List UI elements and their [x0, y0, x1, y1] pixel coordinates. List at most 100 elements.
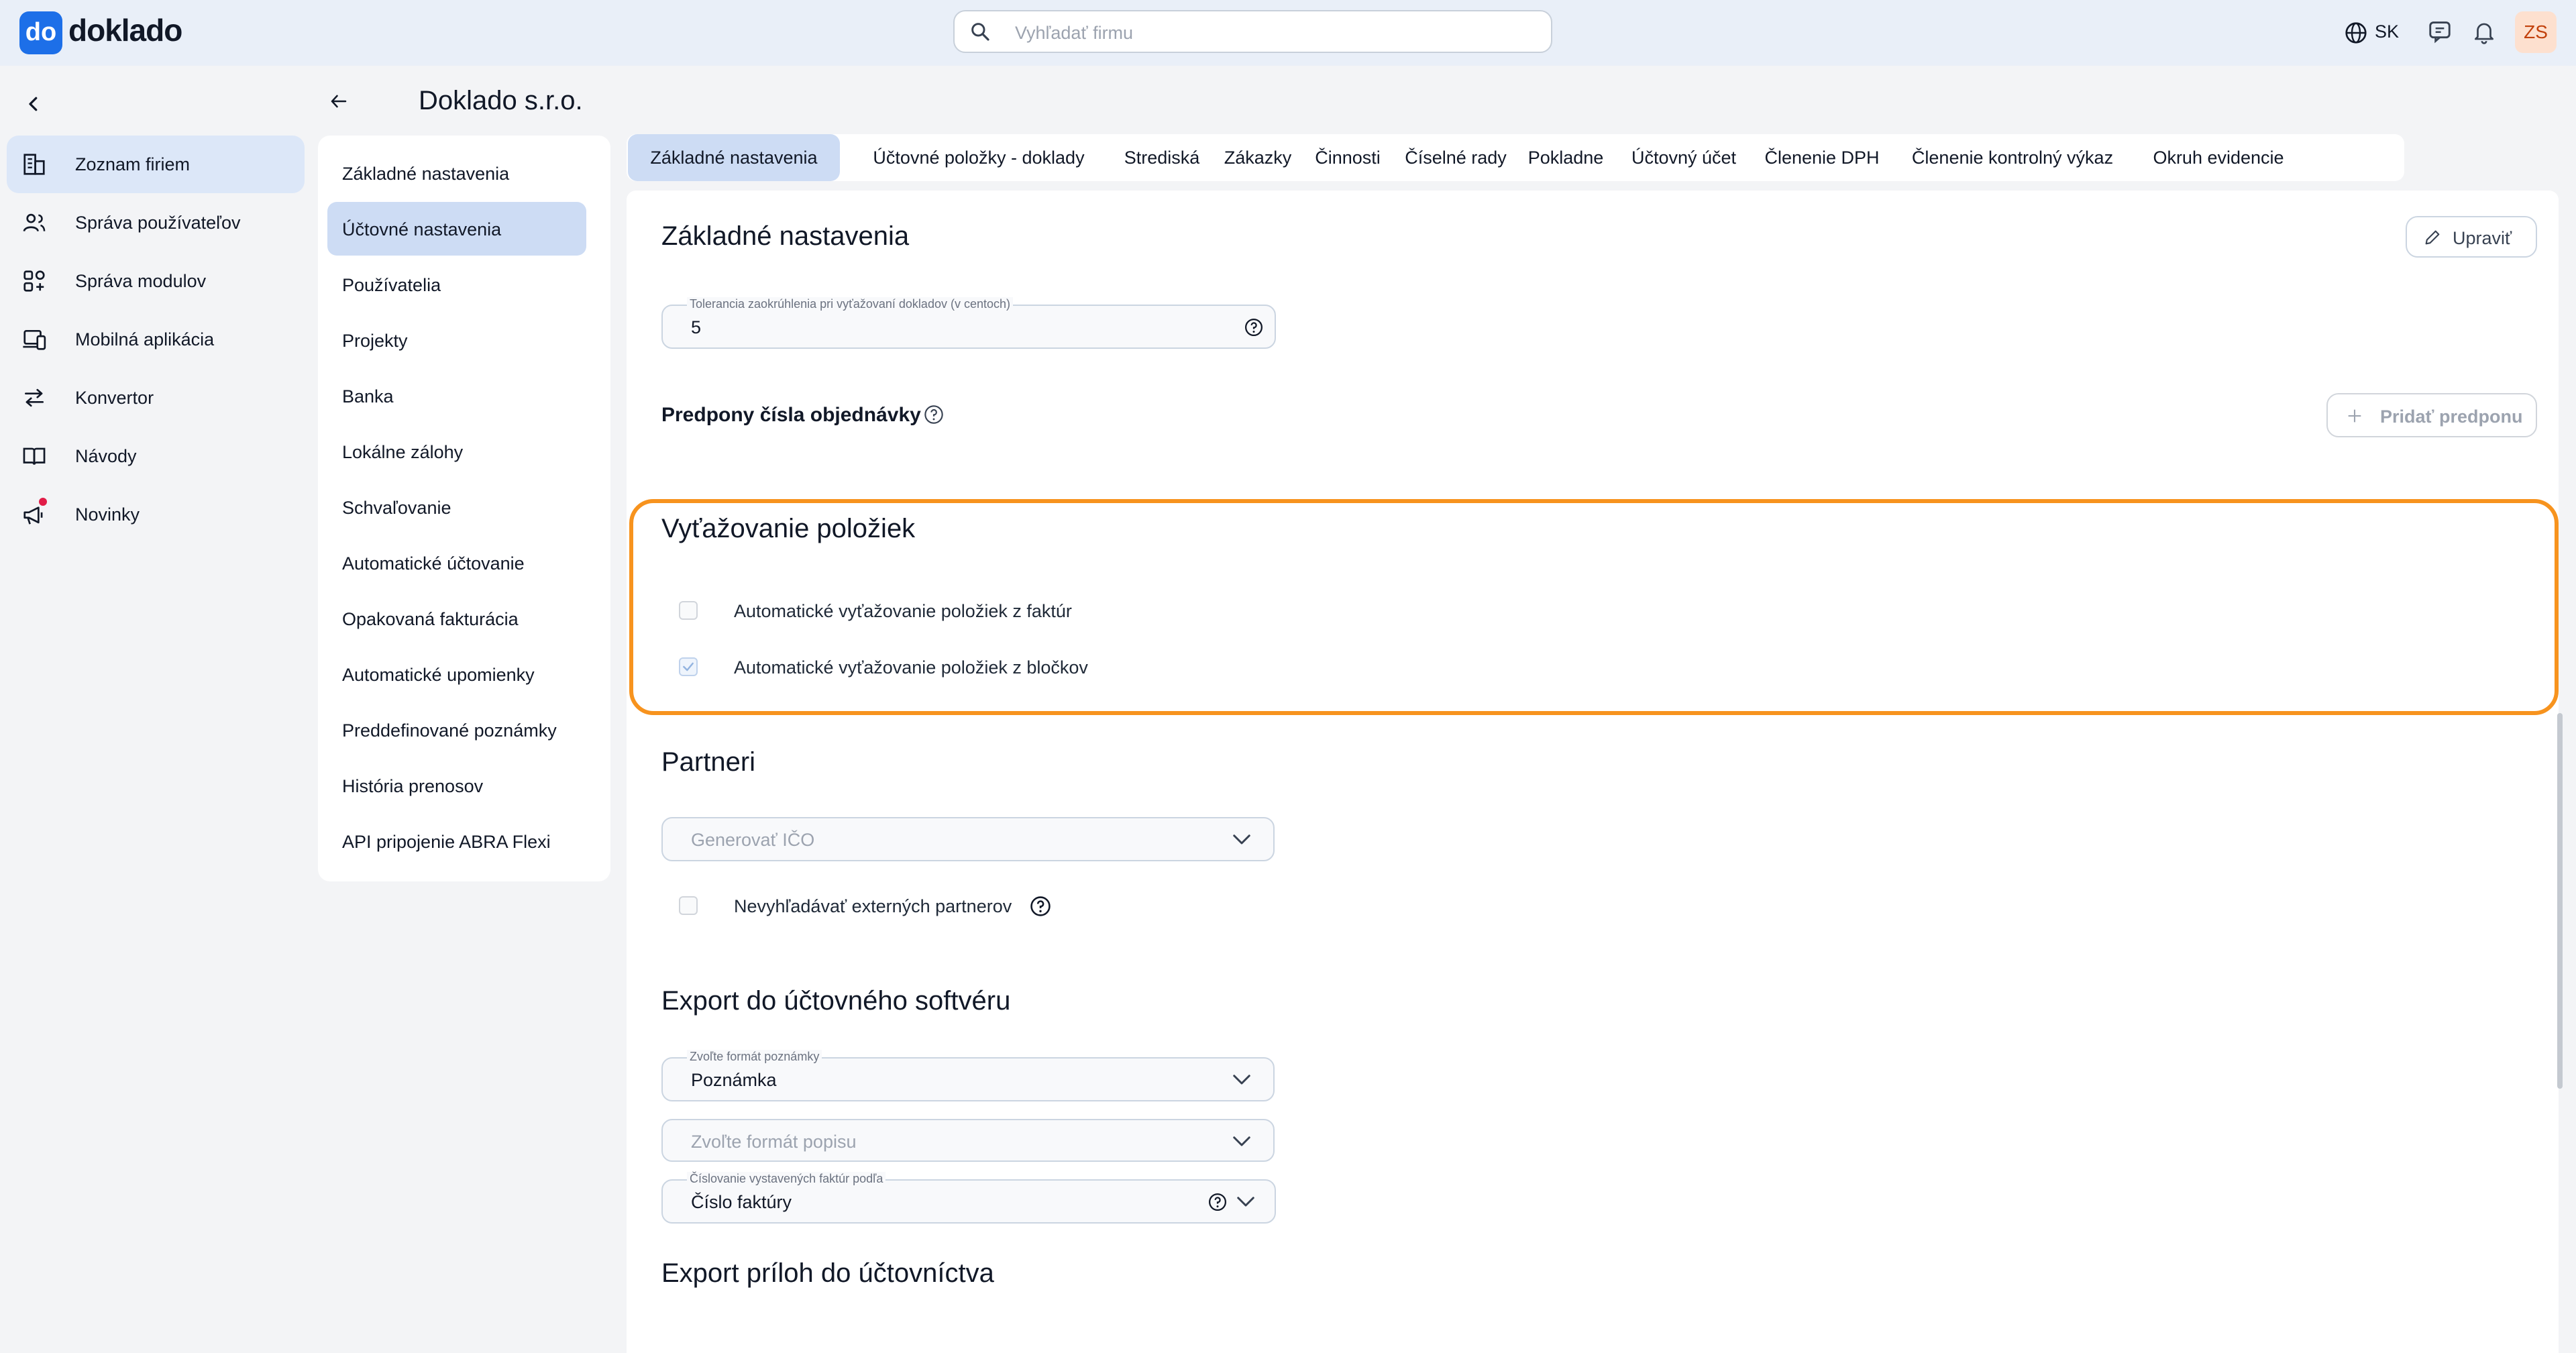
subnav-item-accounting-settings[interactable]: Účtovné nastavenia	[327, 202, 586, 256]
bell-icon[interactable]	[2471, 18, 2497, 45]
partners-title: Partneri	[661, 747, 756, 777]
edit-button[interactable]: Upraviť	[2406, 216, 2537, 258]
subnav-item-label: Lokálne zálohy	[342, 442, 464, 462]
tab-number-series[interactable]: Číselné rady	[1395, 134, 1516, 181]
subnav-item-label: Projekty	[342, 331, 408, 351]
logo-text[interactable]: doklado	[68, 12, 182, 48]
subnav-item-local-backups[interactable]: Lokálne zálohy	[327, 425, 586, 478]
subnav-item-auto-accounting[interactable]: Automatické účtovanie	[327, 536, 586, 590]
subnav-item-label: Účtovné nastavenia	[342, 219, 502, 239]
invoice-numbering-select[interactable]: Číslovanie vystavených faktúr podľa Čísl…	[661, 1172, 1276, 1224]
settings-subnav: Základné nastavenia Účtovné nastavenia P…	[318, 136, 610, 881]
tolerance-value: 5	[691, 317, 702, 337]
tab-control-statement[interactable]: Členenie kontrolný výkaz	[1892, 134, 2133, 181]
main-content: Základné nastavenia Upraviť Tolerancia z…	[627, 191, 2559, 1353]
help-icon[interactable]	[1244, 317, 1264, 337]
convert-arrows-icon	[24, 388, 44, 407]
subnav-item-predefined-notes[interactable]: Preddefinované poznámky	[327, 703, 586, 757]
search-icon	[971, 23, 989, 41]
subnav-item-recurring-invoicing[interactable]: Opakovaná fakturácia	[327, 592, 586, 645]
tab-accounting-items[interactable]: Účtovné položky - doklady	[847, 134, 1111, 181]
order-prefixes-title: Predpony čísla objednávky	[661, 404, 921, 426]
subnav-item-bank[interactable]: Banka	[327, 369, 586, 423]
subnav-item-label: Preddefinované poznámky	[342, 720, 557, 741]
subnav-item-label: API pripojenie ABRA Flexi	[342, 832, 551, 852]
chat-icon[interactable]	[2427, 19, 2453, 44]
sidebar-item-news[interactable]: Novinky	[7, 486, 305, 543]
subnav-item-label: Banka	[342, 386, 394, 407]
subnav-item-basic-settings[interactable]: Základné nastavenia	[327, 146, 586, 200]
sidebar-item-guides[interactable]: Návody	[7, 427, 305, 485]
pencil-icon	[2425, 230, 2440, 245]
collapse-sidebar-icon[interactable]	[23, 93, 44, 115]
generate-ico-select[interactable]: Generovať IČO	[661, 817, 1275, 861]
users-icon	[23, 213, 46, 232]
export-title: Export do účtovného softvéru	[661, 986, 1011, 1016]
edit-button-label: Upraviť	[2453, 228, 2512, 248]
sidebar-item-label: Návody	[75, 446, 137, 466]
sidebar-item-user-management[interactable]: Správa používateľov	[7, 194, 305, 252]
no-external-partners-label: Nevyhľadávať externých partnerov	[734, 896, 1012, 916]
chevron-down-icon	[1233, 834, 1250, 845]
globe-icon[interactable]	[2344, 21, 2368, 45]
notification-dot	[39, 498, 47, 506]
subnav-item-users[interactable]: Používatelia	[327, 258, 586, 311]
subnav-item-approval[interactable]: Schvaľovanie	[327, 480, 586, 534]
note-format-caption: Zvoľte formát poznámky	[687, 1050, 822, 1064]
sidebar-item-label: Novinky	[75, 504, 140, 525]
help-icon[interactable]	[923, 404, 945, 425]
subnav-item-label: Používatelia	[342, 275, 441, 295]
highlight-frame	[629, 499, 2559, 715]
generate-ico-placeholder: Generovať IČO	[691, 830, 815, 850]
tab-record-scope[interactable]: Okruh evidencie	[2135, 134, 2302, 181]
tab-account[interactable]: Účtovný účet	[1617, 134, 1751, 181]
subnav-item-label: Automatické účtovanie	[342, 553, 525, 574]
book-icon	[23, 447, 46, 465]
sidebar-item-label: Konvertor	[75, 388, 154, 408]
subnav-item-transfer-history[interactable]: História prenosov	[327, 759, 586, 812]
avatar[interactable]: ZS	[2515, 11, 2557, 53]
sidebar-item-label: Správa používateľov	[75, 213, 241, 233]
top-bar: do doklado Vyhľadať firmu SK ZS	[0, 0, 2576, 66]
tab-cost-centers[interactable]: Strediská	[1115, 134, 1209, 181]
back-arrow-icon[interactable]	[329, 91, 349, 111]
subnav-item-label: Automatické upomienky	[342, 665, 535, 685]
tab-bar: Základné nastavenia Účtovné položky - do…	[627, 134, 2404, 181]
tab-orders[interactable]: Zákazky	[1214, 134, 1301, 181]
subnav-item-projects[interactable]: Projekty	[327, 313, 586, 367]
tab-basic-settings[interactable]: Základné nastavenia	[628, 134, 840, 181]
section-title: Základné nastavenia	[661, 221, 910, 251]
tab-activities[interactable]: Činnosti	[1304, 134, 1391, 181]
chevron-down-icon	[1233, 1075, 1250, 1085]
subnav-item-label: Opakovaná fakturácia	[342, 609, 519, 629]
subnav-item-abra-flexi-api[interactable]: API pripojenie ABRA Flexi	[327, 814, 586, 868]
page-title: Doklado s.r.o.	[419, 86, 583, 115]
search-input[interactable]: Vyhľadať firmu	[953, 10, 1552, 53]
scrollbar[interactable]	[2557, 713, 2563, 1089]
note-format-value: Poznámka	[691, 1070, 777, 1090]
help-icon[interactable]	[1029, 895, 1052, 918]
tolerance-field[interactable]: Tolerancia zaokrúhlenia pri vyťažovaní d…	[661, 297, 1276, 349]
sidebar-item-mobile-app[interactable]: Mobilná aplikácia	[7, 311, 305, 368]
chevron-down-icon	[1233, 1136, 1250, 1146]
plus-icon	[2348, 409, 2361, 423]
note-format-select[interactable]: Zvoľte formát poznámky Poznámka	[661, 1050, 1275, 1101]
sidebar-item-label: Mobilná aplikácia	[75, 329, 215, 349]
language-selector[interactable]: SK	[2375, 21, 2399, 42]
subnav-item-label: Schvaľovanie	[342, 498, 451, 518]
tab-vat-breakdown[interactable]: Členenie DPH	[1755, 134, 1889, 181]
company-list-icon	[23, 154, 45, 175]
subnav-item-auto-reminders[interactable]: Automatické upomienky	[327, 647, 586, 701]
tolerance-caption: Tolerancia zaokrúhlenia pri vyťažovaní d…	[687, 297, 1014, 311]
sidebar-item-company-list[interactable]: Zoznam firiem	[7, 136, 305, 193]
sidebar-item-converter[interactable]: Konvertor	[7, 369, 305, 427]
help-icon[interactable]	[1208, 1192, 1228, 1212]
add-prefix-button[interactable]: Pridať predponu	[2326, 393, 2537, 437]
sidebar-item-module-management[interactable]: Správa modulov	[7, 252, 305, 310]
logo-mark[interactable]: do	[19, 11, 62, 54]
tab-cash-registers[interactable]: Pokladne	[1519, 134, 1613, 181]
modules-icon	[23, 270, 45, 292]
no-external-partners-checkbox[interactable]	[679, 896, 698, 915]
add-prefix-label: Pridať predponu	[2380, 407, 2523, 427]
description-format-select[interactable]: Zvoľte formát popisu	[661, 1119, 1275, 1162]
